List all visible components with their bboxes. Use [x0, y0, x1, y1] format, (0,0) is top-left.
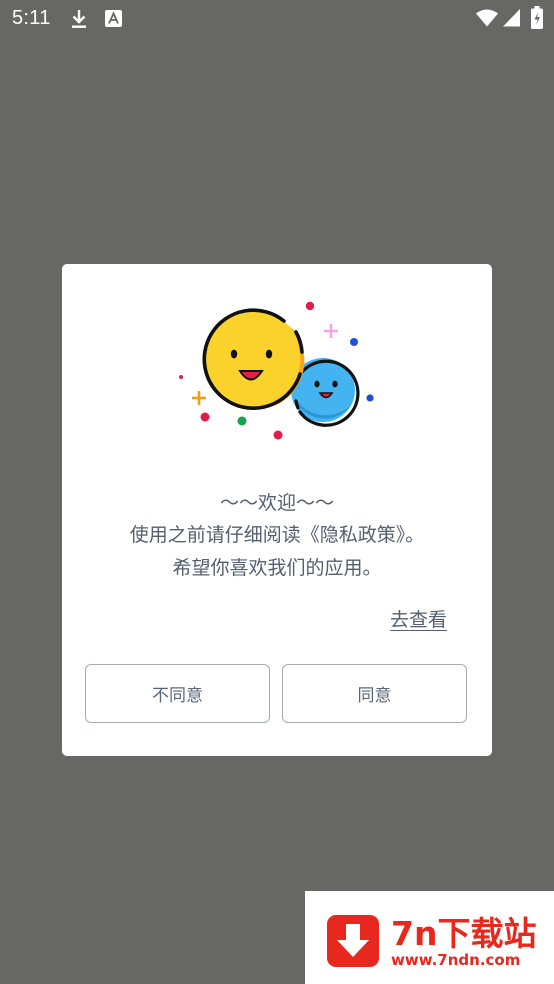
confetti-plus-icon	[192, 391, 206, 405]
download-icon	[70, 9, 88, 33]
text-a-icon	[105, 10, 122, 31]
smiley-faces-icon	[179, 301, 374, 440]
confetti-dot-icon	[237, 416, 247, 426]
disagree-button[interactable]: 不同意	[85, 664, 270, 723]
watermark-url: www.7ndn.com	[391, 951, 521, 969]
privacy-dialog: ～～欢迎～～ 使用之前请仔细阅读《隐私政策》。 希望你喜欢我们的应用。 去查看 …	[62, 264, 492, 756]
welcome-title: ～～欢迎～～	[219, 492, 334, 514]
download-arrow-icon	[327, 915, 379, 967]
agree-button[interactable]: 同意	[282, 664, 467, 723]
confetti-dot-icon	[273, 430, 283, 440]
watermark-name: 7n下载站	[391, 914, 537, 953]
agree-button-label: 同意	[357, 686, 392, 706]
confetti-dot-icon	[366, 394, 374, 402]
status-bar: 5:11	[0, 0, 554, 38]
confetti-dot-icon	[350, 338, 358, 346]
confetti-plus-icon	[324, 324, 338, 338]
wifi-icon	[476, 9, 498, 31]
privacy-notice-text: 使用之前请仔细阅读《隐私政策》。	[129, 524, 425, 546]
view-privacy-link[interactable]: 去查看	[390, 605, 447, 632]
watermark-badge: 7n下载站 www.7ndn.com	[305, 891, 554, 984]
wish-text: 希望你喜欢我们的应用。	[172, 557, 382, 579]
confetti-dot-icon	[179, 375, 183, 379]
confetti-dot-icon	[200, 412, 210, 422]
disagree-button-label: 不同意	[152, 686, 203, 706]
battery-charging-icon	[531, 6, 543, 33]
status-time: 5:11	[12, 7, 51, 29]
yellow-smiley-icon	[202, 308, 305, 410]
smiley-illustration	[172, 296, 382, 446]
confetti-dot-icon	[305, 301, 315, 311]
signal-icon	[503, 9, 520, 31]
